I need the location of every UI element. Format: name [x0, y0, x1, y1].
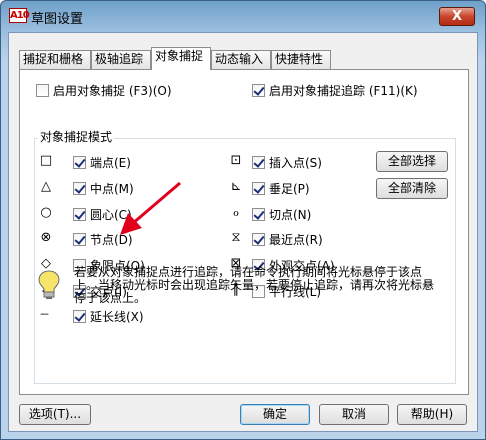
mode-extension[interactable]: 延长线(X) [73, 309, 144, 324]
lightbulb-icon [38, 270, 60, 299]
tab-quick-properties[interactable]: 快捷特性 [271, 50, 331, 69]
mode-insertion[interactable]: 插入点(S) [252, 155, 322, 170]
extension-label: 延长线(X) [90, 309, 144, 324]
midpoint-checkbox[interactable] [73, 182, 86, 195]
mode-midpoint[interactable]: 中点(M) [73, 181, 134, 196]
midpoint-label: 中点(M) [90, 181, 134, 196]
snap-modes-title: 对象捕捉模式 [38, 128, 115, 145]
options-button[interactable]: 选项(T)... [19, 404, 91, 425]
mode-tangent[interactable]: 切点(N) [252, 207, 311, 222]
perpendicular-marker-icon: ⊾ [230, 179, 242, 194]
tangent-checkbox[interactable] [252, 208, 265, 221]
node-checkbox[interactable] [73, 233, 86, 246]
autocad-app-icon: A10 [9, 8, 30, 23]
endpoint-marker-icon: □ [39, 153, 53, 168]
cancel-button[interactable]: 取消 [319, 404, 389, 425]
object-snap-panel: 启用对象捕捉 (F3)(O) 启用对象捕捉追踪 (F11)(K) 对象捕捉模式 … [19, 69, 469, 395]
mode-nearest[interactable]: 最近点(R) [252, 232, 323, 247]
help-button[interactable]: 帮助(H) [397, 404, 467, 425]
mode-perpendicular[interactable]: 垂足(P) [252, 181, 310, 196]
perpendicular-label: 垂足(P) [269, 181, 310, 196]
enable-tracking-option[interactable]: 启用对象捕捉追踪 (F11)(K) [252, 83, 418, 98]
clear-all-button[interactable]: 全部清除 [376, 178, 448, 199]
endpoint-label: 端点(E) [90, 155, 131, 170]
tracking-hint-text: 若要从对象捕捉点进行追踪，请在命令执行期间将光标悬停于该点上。当移动光标时会出现… [74, 265, 435, 305]
title-bar[interactable]: A10 草图设置 X [1, 1, 485, 31]
dialog-client: 捕捉和栅格 极轴追踪 对象捕捉 动态输入 快捷特性 启用对象捕捉 (F3)(O)… [8, 32, 478, 432]
tab-snap-grid[interactable]: 捕捉和栅格 [19, 50, 91, 69]
enable-tracking-checkbox[interactable] [252, 84, 265, 97]
perpendicular-checkbox[interactable] [252, 182, 265, 195]
enable-tracking-label: 启用对象捕捉追踪 (F11)(K) [269, 83, 418, 98]
nearest-marker-icon: ⧖ [231, 230, 241, 245]
center-label: 圆心(C) [90, 207, 132, 222]
drafting-settings-window: A10 草图设置 X 捕捉和栅格 极轴追踪 对象捕捉 动态输入 快捷特性 启用对… [0, 0, 486, 440]
node-label: 节点(D) [90, 232, 133, 247]
midpoint-marker-icon: △ [41, 179, 51, 194]
tab-polar-tracking[interactable]: 极轴追踪 [91, 50, 151, 69]
extension-checkbox[interactable] [73, 310, 86, 323]
mode-center[interactable]: 圆心(C) [73, 207, 132, 222]
center-marker-icon: ○ [40, 205, 52, 220]
select-all-button[interactable]: 全部选择 [376, 151, 448, 172]
center-checkbox[interactable] [73, 208, 86, 221]
insertion-label: 插入点(S) [269, 155, 322, 170]
tangent-label: 切点(N) [269, 207, 312, 222]
node-marker-icon: ⊗ [40, 230, 52, 245]
close-button[interactable]: X [439, 7, 475, 26]
enable-snap-label: 启用对象捕捉 (F3)(O) [53, 83, 172, 98]
tangent-marker-icon: ℴ [232, 205, 239, 220]
window-title: 草图设置 [31, 12, 84, 27]
nearest-checkbox[interactable] [252, 233, 265, 246]
nearest-label: 最近点(R) [269, 232, 323, 247]
tab-dynamic-input[interactable]: 动态输入 [211, 50, 271, 69]
mode-endpoint[interactable]: 端点(E) [73, 155, 131, 170]
extension-marker-icon: --- [40, 309, 49, 320]
ok-button[interactable]: 确定 [240, 404, 310, 425]
mode-node[interactable]: 节点(D) [73, 232, 133, 247]
insertion-marker-icon: ⊡ [230, 153, 242, 168]
endpoint-checkbox[interactable] [73, 156, 86, 169]
enable-snap-checkbox[interactable] [36, 84, 49, 97]
insertion-checkbox[interactable] [252, 156, 265, 169]
tab-object-snap[interactable]: 对象捕捉 [151, 47, 211, 70]
enable-snap-option[interactable]: 启用对象捕捉 (F3)(O) [36, 83, 172, 98]
